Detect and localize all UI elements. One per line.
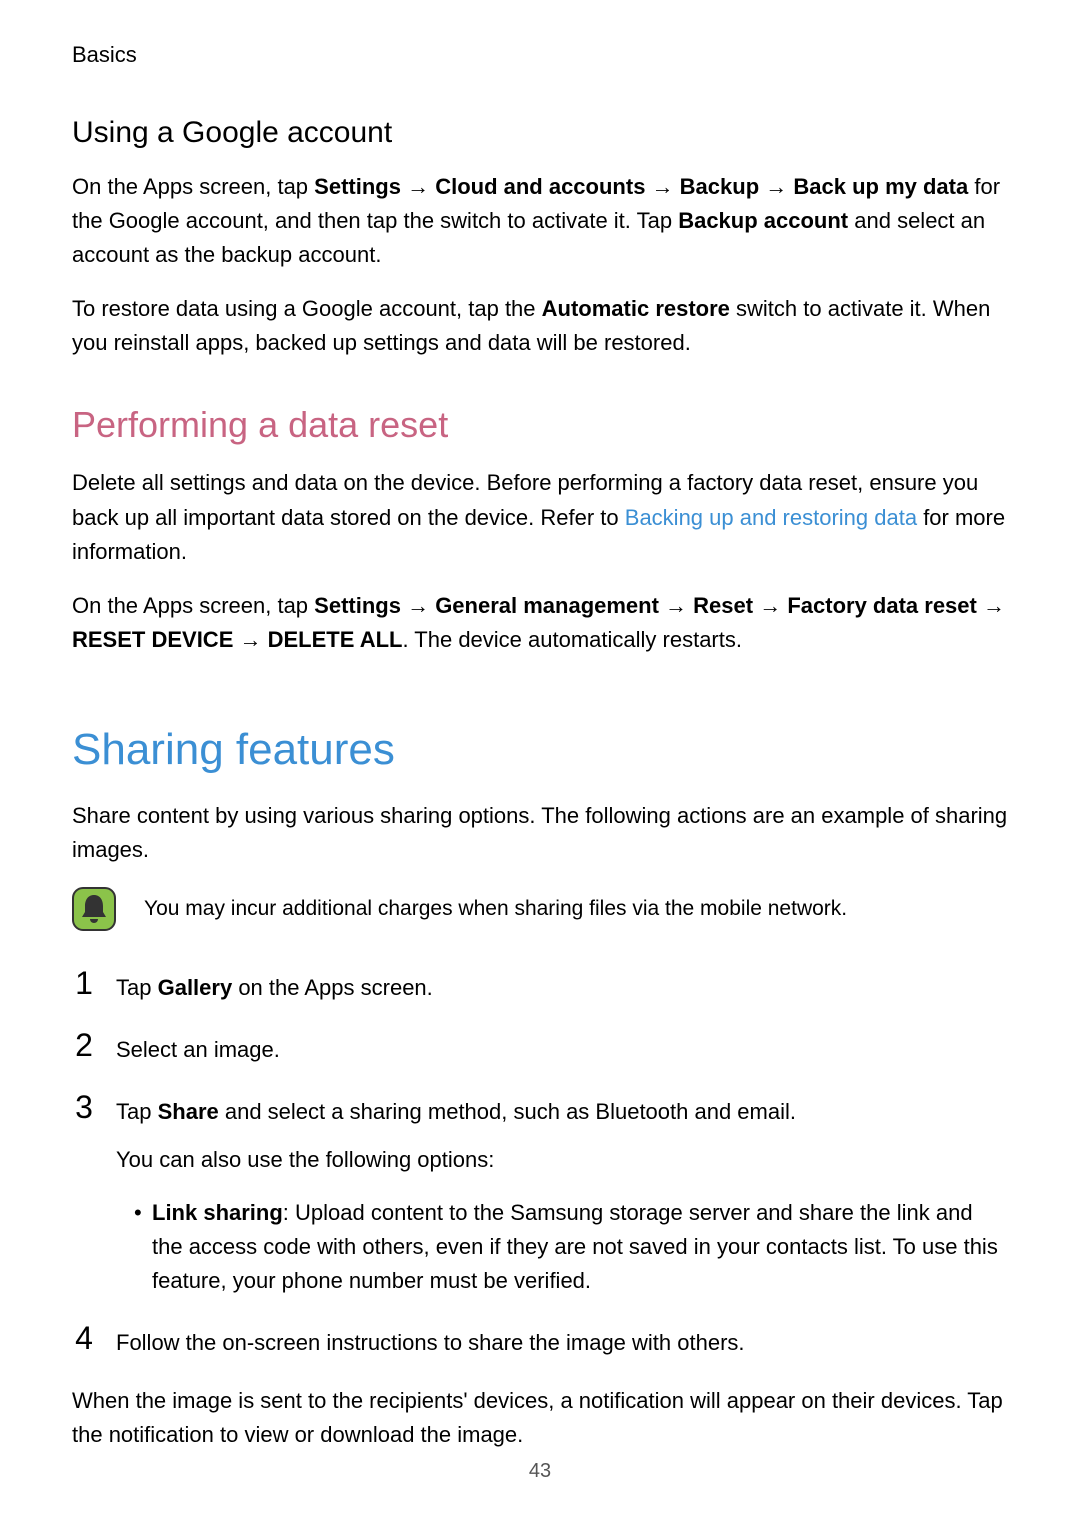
term-factory-data-reset: Factory data reset bbox=[787, 593, 977, 618]
bullet-dot: • bbox=[134, 1196, 140, 1298]
step-number: 2 bbox=[72, 1029, 96, 1061]
header-section-label: Basics bbox=[72, 42, 1008, 68]
link-backing-up-restoring[interactable]: Backing up and restoring data bbox=[625, 505, 917, 530]
arrow: → bbox=[977, 593, 1005, 618]
step-item-4: 4 Follow the on-screen instructions to s… bbox=[72, 1322, 1008, 1360]
step-body: Follow the on-screen instructions to sha… bbox=[116, 1322, 1008, 1360]
term-delete-all: DELETE ALL bbox=[268, 627, 403, 652]
arrow: → bbox=[401, 593, 435, 618]
arrow: → bbox=[759, 174, 793, 199]
step-subtext: You can also use the following options: bbox=[116, 1143, 1008, 1177]
arrow: → bbox=[645, 174, 679, 199]
step-number: 4 bbox=[72, 1322, 96, 1354]
text: To restore data using a Google account, … bbox=[72, 296, 542, 321]
para-google-backup: On the Apps screen, tap Settings → Cloud… bbox=[72, 170, 1008, 272]
term-reset: Reset bbox=[693, 593, 753, 618]
note-callout: You may incur additional charges when sh… bbox=[72, 887, 1008, 931]
term-back-up-my-data: Back up my data bbox=[793, 174, 968, 199]
para-google-restore: To restore data using a Google account, … bbox=[72, 292, 1008, 360]
para-reset-steps: On the Apps screen, tap Settings → Gener… bbox=[72, 589, 1008, 657]
term-gallery: Gallery bbox=[158, 975, 233, 1000]
bullet-list: • Link sharing: Upload content to the Sa… bbox=[134, 1196, 1008, 1298]
term-link-sharing: Link sharing bbox=[152, 1200, 283, 1225]
subheading-google-account: Using a Google account bbox=[72, 116, 1008, 150]
step-item-1: 1 Tap Gallery on the Apps screen. bbox=[72, 967, 1008, 1005]
heading-data-reset: Performing a data reset bbox=[72, 404, 1008, 446]
text: On the Apps screen, tap bbox=[72, 593, 314, 618]
term-general-management: General management bbox=[435, 593, 659, 618]
heading-sharing-features: Sharing features bbox=[72, 725, 1008, 775]
term-backup-account: Backup account bbox=[678, 208, 848, 233]
para-reset-intro: Delete all settings and data on the devi… bbox=[72, 466, 1008, 568]
step-item-2: 2 Select an image. bbox=[72, 1029, 1008, 1067]
step-text: Follow the on-screen instructions to sha… bbox=[116, 1326, 1008, 1360]
text: On the Apps screen, tap bbox=[72, 174, 314, 199]
text: . The device automatically restarts. bbox=[402, 627, 742, 652]
step-body: Tap Share and select a sharing method, s… bbox=[116, 1091, 1008, 1297]
arrow: → bbox=[401, 174, 435, 199]
step-text: Tap Share and select a sharing method, s… bbox=[116, 1095, 1008, 1129]
text: Tap bbox=[116, 975, 158, 1000]
arrow: → bbox=[753, 593, 787, 618]
text: on the Apps screen. bbox=[232, 975, 433, 1000]
step-text: Select an image. bbox=[116, 1033, 1008, 1067]
step-body: Select an image. bbox=[116, 1029, 1008, 1067]
page-number: 43 bbox=[0, 1460, 1080, 1483]
term-share: Share bbox=[158, 1099, 219, 1124]
text: and select a sharing method, such as Blu… bbox=[219, 1099, 796, 1124]
step-body: Tap Gallery on the Apps screen. bbox=[116, 967, 1008, 1005]
step-item-3: 3 Tap Share and select a sharing method,… bbox=[72, 1091, 1008, 1297]
step-number: 3 bbox=[72, 1091, 96, 1123]
para-sharing-intro: Share content by using various sharing o… bbox=[72, 799, 1008, 867]
bell-icon bbox=[72, 887, 116, 931]
para-closing: When the image is sent to the recipients… bbox=[72, 1384, 1008, 1452]
term-settings: Settings bbox=[314, 593, 401, 618]
step-text: Tap Gallery on the Apps screen. bbox=[116, 971, 1008, 1005]
step-list: 1 Tap Gallery on the Apps screen. 2 Sele… bbox=[72, 967, 1008, 1360]
term-cloud-accounts: Cloud and accounts bbox=[435, 174, 645, 199]
arrow: → bbox=[233, 627, 267, 652]
bullet-text: Link sharing: Upload content to the Sams… bbox=[152, 1196, 1008, 1298]
note-text: You may incur additional charges when sh… bbox=[144, 893, 847, 925]
term-settings: Settings bbox=[314, 174, 401, 199]
arrow: → bbox=[659, 593, 693, 618]
bullet-item-link-sharing: • Link sharing: Upload content to the Sa… bbox=[134, 1196, 1008, 1298]
step-number: 1 bbox=[72, 967, 96, 999]
term-backup: Backup bbox=[680, 174, 759, 199]
term-automatic-restore: Automatic restore bbox=[542, 296, 730, 321]
text: Tap bbox=[116, 1099, 158, 1124]
term-reset-device: RESET DEVICE bbox=[72, 627, 233, 652]
